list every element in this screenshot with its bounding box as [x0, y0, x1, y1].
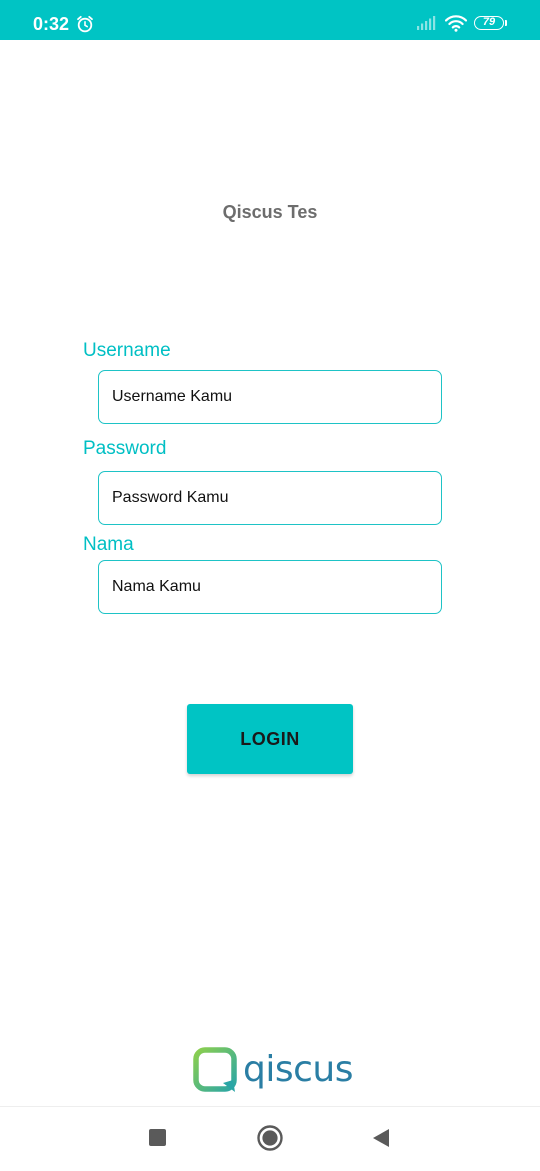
back-icon[interactable]	[371, 1127, 391, 1149]
home-icon[interactable]	[256, 1124, 284, 1152]
battery-icon: 79	[474, 16, 504, 30]
recents-icon[interactable]	[149, 1129, 166, 1146]
password-input[interactable]	[98, 471, 442, 525]
nama-input[interactable]	[98, 560, 442, 614]
nama-label: Nama	[83, 534, 134, 555]
wifi-icon	[445, 15, 467, 32]
qiscus-logo-icon	[193, 1047, 237, 1092]
login-button[interactable]: LOGIN	[187, 704, 353, 774]
navigation-bar	[0, 1106, 540, 1171]
username-input[interactable]	[98, 370, 442, 424]
page-title: Qiscus Tes	[222, 202, 318, 222]
status-bar: 0:32 79	[0, 0, 540, 40]
signal-icon	[417, 16, 436, 30]
alarm-icon	[77, 15, 93, 33]
qiscus-logo: qiscus	[193, 1045, 353, 1095]
password-label: Password	[83, 438, 167, 459]
qiscus-logo-text: qiscus	[243, 1049, 353, 1090]
battery-tip	[505, 20, 507, 26]
status-time: 0:32	[33, 14, 70, 34]
username-label: Username	[83, 340, 171, 361]
